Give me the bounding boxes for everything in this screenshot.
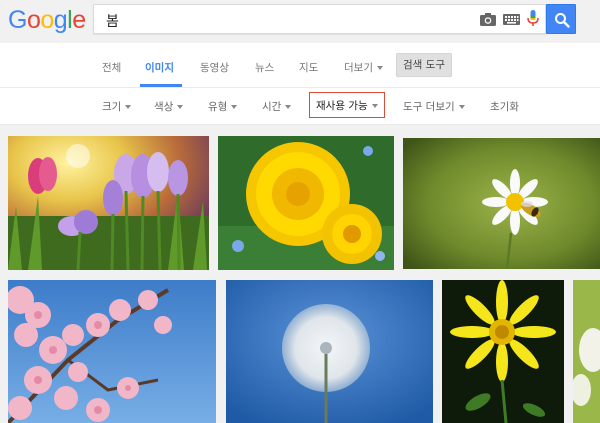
- mic-icon[interactable]: [527, 10, 539, 28]
- chevron-down-icon: [458, 105, 465, 109]
- tool-time-label: 시간: [262, 101, 282, 113]
- tab-more[interactable]: 더보기: [344, 60, 383, 75]
- logo-letter: e: [72, 6, 86, 34]
- active-tab-indicator: [140, 84, 182, 87]
- tab-news[interactable]: 뉴스: [255, 60, 274, 75]
- search-button[interactable]: [546, 4, 576, 34]
- search-query: 봄: [106, 14, 119, 30]
- image-result-seedhead[interactable]: [226, 280, 433, 423]
- keyboard-icon[interactable]: [503, 13, 520, 25]
- tool-color[interactable]: 색상: [154, 99, 184, 114]
- tab-images[interactable]: 이미지: [145, 60, 174, 75]
- google-logo[interactable]: Google: [8, 5, 86, 35]
- tool-more-tools-label: 도구 더보기: [403, 101, 455, 113]
- header-bar: Google 봄: [0, 0, 600, 43]
- chevron-down-icon: [376, 66, 383, 70]
- image-result-white-flower[interactable]: [573, 280, 600, 423]
- logo-letter: o: [26, 6, 41, 34]
- image-result-daisy-bee[interactable]: [403, 138, 600, 269]
- tool-usage-rights[interactable]: 재사용 가능: [309, 92, 385, 118]
- search-input[interactable]: 봄: [93, 4, 546, 34]
- tool-color-label: 색상: [154, 101, 174, 113]
- seedhead-image: [226, 280, 433, 423]
- image-result-dandelion[interactable]: [218, 136, 394, 270]
- chevron-down-icon: [177, 105, 184, 109]
- daisy-bee-image: [403, 138, 600, 269]
- tool-size[interactable]: 크기: [102, 99, 132, 114]
- dandelion-image: [218, 136, 394, 270]
- tab-maps[interactable]: 지도: [299, 60, 318, 75]
- yellow-daisy-image: [442, 280, 564, 423]
- tool-type[interactable]: 유형: [208, 99, 238, 114]
- tool-time[interactable]: 시간: [262, 99, 292, 114]
- chevron-down-icon: [125, 105, 132, 109]
- chevron-down-icon: [371, 104, 378, 108]
- image-result-crocus[interactable]: [8, 136, 209, 270]
- tool-usage-rights-label: 재사용 가능: [316, 100, 368, 112]
- tab-all[interactable]: 전체: [102, 60, 121, 75]
- search-tools-bar: 크기 색상 유형 시간 재사용 가능 도구 더보기 초기화: [0, 89, 600, 125]
- image-result-yellow-daisy[interactable]: [442, 280, 564, 423]
- search-icon: [555, 13, 570, 28]
- tab-videos[interactable]: 동영상: [200, 60, 229, 75]
- logo-letter: o: [40, 6, 54, 34]
- search-tabs: 전체 이미지 동영상 뉴스 지도 더보기 검색 도구: [0, 43, 600, 88]
- logo-letter: G: [8, 6, 27, 34]
- cherry-blossom-image: [8, 280, 216, 423]
- chevron-down-icon: [231, 105, 238, 109]
- logo-letter: g: [53, 6, 68, 34]
- search-tools-button[interactable]: 검색 도구: [396, 53, 452, 77]
- tool-clear[interactable]: 초기화: [490, 99, 519, 114]
- tool-type-label: 유형: [208, 101, 228, 113]
- tab-more-label: 더보기: [344, 62, 373, 74]
- tool-more-tools[interactable]: 도구 더보기: [403, 99, 465, 114]
- camera-icon[interactable]: [480, 12, 496, 26]
- crocus-image: [8, 136, 209, 270]
- image-result-cherry-blossom[interactable]: [8, 280, 216, 423]
- white-flower-image: [573, 280, 600, 423]
- chevron-down-icon: [285, 105, 292, 109]
- image-results-grid: [0, 125, 600, 423]
- tool-size-label: 크기: [102, 101, 122, 113]
